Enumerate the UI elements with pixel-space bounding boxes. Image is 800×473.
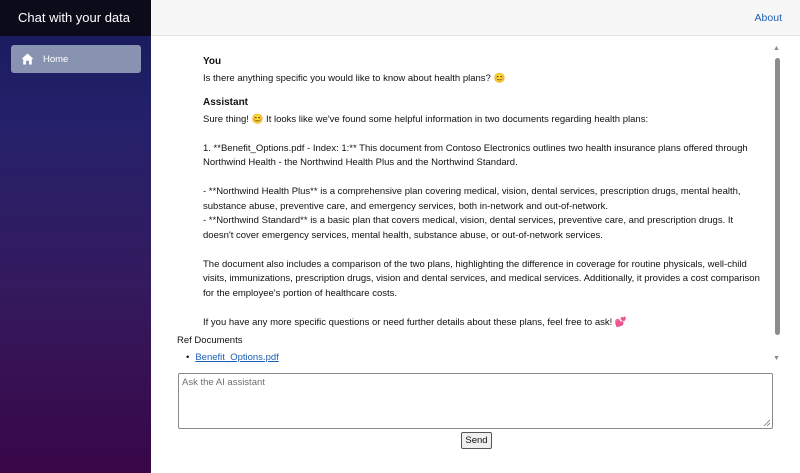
message-role: Assistant [203, 97, 249, 108]
ref-documents-title: Ref Documents [177, 335, 243, 346]
resize-grip-icon[interactable] [763, 419, 771, 427]
sidebar-item-label: Home [43, 53, 69, 65]
ref-document-link[interactable]: Benefit_Options.pdf [195, 352, 278, 363]
ask-input[interactable] [178, 373, 773, 429]
about-link[interactable]: About [755, 12, 782, 24]
scroll-thumb[interactable] [775, 58, 780, 335]
top-bar: About [151, 0, 800, 36]
chat-message-user: You Is there anything specific you would… [203, 55, 763, 86]
chat-message-assistant: Assistant Sure thing! 😊 It looks like we… [203, 96, 763, 330]
scroll-down-arrow-icon[interactable]: ▼ [773, 355, 780, 362]
scroll-up-arrow-icon[interactable]: ▲ [773, 45, 780, 52]
sidebar-item-home[interactable]: Home [11, 45, 141, 73]
chat-history: You Is there anything specific you would… [203, 55, 763, 330]
sidebar: Chat with your data Home [0, 0, 151, 473]
message-role: You [203, 56, 222, 67]
bullet: • [186, 352, 190, 363]
chat-scrollbar[interactable]: ▲ ▼ [771, 45, 783, 365]
home-icon [21, 53, 34, 65]
ref-documents-list: • Benefit_Options.pdf [186, 352, 279, 363]
app-title: Chat with your data [0, 0, 151, 36]
message-text: Is there anything specific you would lik… [203, 72, 506, 84]
message-text: Sure thing! 😊 It looks like we've found … [203, 113, 760, 328]
send-button[interactable]: Send [461, 432, 492, 449]
